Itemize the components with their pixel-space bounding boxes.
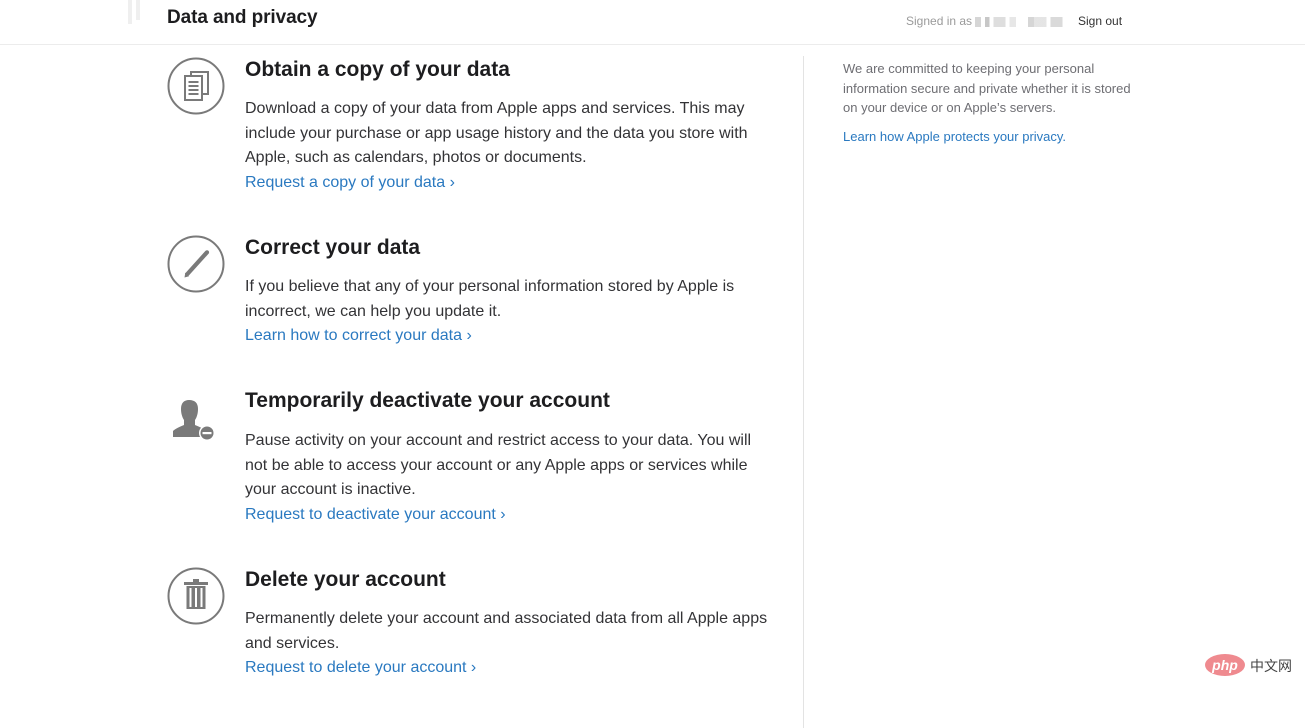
trash-icon [167,567,225,625]
sign-out-link[interactable]: Sign out [1078,14,1122,28]
php-logo: php [1205,654,1245,676]
watermark-text: 中文网 [1250,658,1292,674]
signed-in-status: Signed in as [906,14,1078,28]
section-heading: Correct your data [245,236,421,259]
pencil-icon [167,235,225,293]
section-description: Permanently delete your account and asso… [245,610,768,652]
section-description: If you believe that any of your personal… [245,278,735,320]
section-heading: Delete your account [245,568,446,591]
user-minus-icon [167,390,225,448]
request-copy-link[interactable]: Request a copy of your data › [245,171,455,195]
section-heading: Obtain a copy of your data [245,58,510,81]
privacy-info-link[interactable]: Learn how Apple protects your privacy. [843,127,1133,146]
apple-logo-icon [128,0,140,24]
privacy-sidebar: We are committed to keeping your persona… [843,59,1133,146]
delete-account-link[interactable]: Request to delete your account › [245,656,476,680]
column-divider [803,56,804,728]
deactivate-account-link[interactable]: Request to deactivate your account › [245,503,506,527]
redacted-account-name [975,16,1078,27]
documents-icon [167,57,225,115]
site-watermark: php 中文网 [1205,652,1301,680]
top-bar: Data and privacy Signed in as Sign out [0,0,1305,45]
section-heading: Temporarily deactivate your account [245,389,610,412]
correct-data-link[interactable]: Learn how to correct your data › [245,324,472,348]
signed-in-label: Signed in as [906,14,973,28]
section-description: Download a copy of your data from Apple … [245,100,748,166]
page-title: Data and privacy [167,7,318,28]
privacy-note: We are committed to keeping your persona… [843,61,1131,115]
section-description: Pause activity on your account and restr… [245,432,752,498]
